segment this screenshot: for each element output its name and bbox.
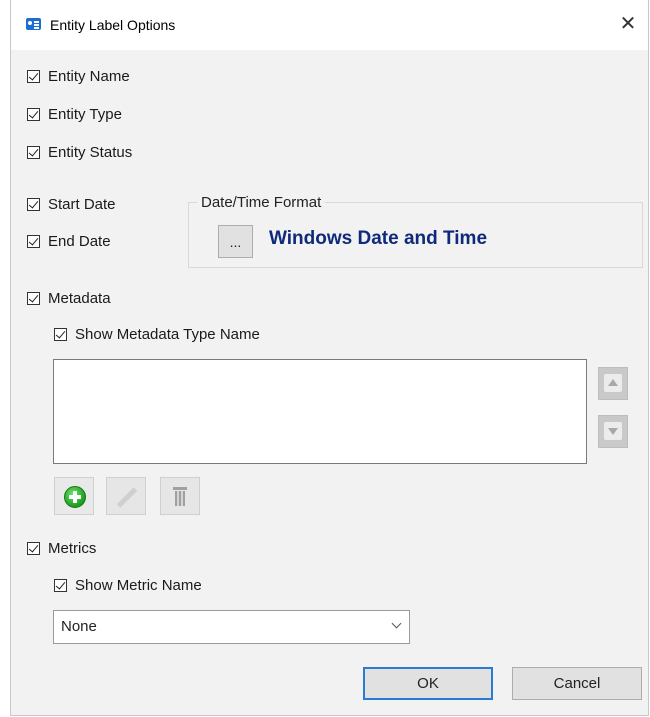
show-metric-name-checkbox[interactable] <box>54 578 67 592</box>
metric-select-value: None <box>61 618 97 635</box>
metadata-list[interactable] <box>53 359 587 464</box>
entity-type-option[interactable]: Entity Type <box>27 103 122 125</box>
start-date-checkbox[interactable] <box>27 197 40 211</box>
close-icon[interactable]: ✕ <box>616 12 640 36</box>
move-down-button[interactable] <box>598 415 628 448</box>
metric-select[interactable]: None <box>53 610 410 644</box>
arrow-down-icon <box>608 428 618 435</box>
date-format-value: Windows Date and Time <box>269 228 488 249</box>
arrow-up-icon <box>608 379 618 386</box>
date-time-format-label: Date/Time Format <box>197 194 326 211</box>
move-up-button-face <box>604 374 622 392</box>
edit-metadata-button[interactable] <box>106 477 146 515</box>
pencil-icon <box>116 487 138 508</box>
entity-status-label: Entity Status <box>48 143 133 161</box>
entity-label-options-dialog: Entity Label Options ✕ Entity Name Entit… <box>10 0 649 716</box>
entity-name-label: Entity Name <box>48 67 130 85</box>
move-down-button-face <box>604 422 622 440</box>
metadata-label: Metadata <box>48 289 111 307</box>
end-date-label: End Date <box>48 232 111 250</box>
start-date-label: Start Date <box>48 195 116 213</box>
end-date-option[interactable]: End Date <box>27 230 111 252</box>
entity-name-option[interactable]: Entity Name <box>27 65 130 87</box>
trash-lid <box>173 487 187 490</box>
date-format-browse-button[interactable]: ... <box>218 225 253 258</box>
title-bar: Entity Label Options ✕ <box>11 0 648 50</box>
metrics-option[interactable]: Metrics <box>27 537 96 559</box>
entity-status-checkbox[interactable] <box>27 145 40 159</box>
dialog-title: Entity Label Options <box>50 17 176 33</box>
id-card-icon <box>26 18 41 30</box>
move-up-button[interactable] <box>598 367 628 400</box>
show-metadata-type-name-option[interactable]: Show Metadata Type Name <box>54 323 260 345</box>
metadata-option[interactable]: Metadata <box>27 287 111 309</box>
show-metric-name-label: Show Metric Name <box>75 576 202 594</box>
entity-type-label: Entity Type <box>48 105 122 123</box>
metrics-checkbox[interactable] <box>27 541 40 555</box>
delete-metadata-button[interactable] <box>160 477 200 515</box>
add-metadata-button[interactable] <box>54 477 94 515</box>
entity-status-option[interactable]: Entity Status <box>27 141 132 163</box>
chevron-down-icon <box>391 618 402 629</box>
ok-button[interactable]: OK <box>363 667 493 700</box>
end-date-checkbox[interactable] <box>27 234 40 248</box>
show-metadata-type-name-checkbox[interactable] <box>54 327 67 341</box>
trash-icon <box>173 487 187 507</box>
metrics-label: Metrics <box>48 539 97 557</box>
entity-type-checkbox[interactable] <box>27 107 40 121</box>
metadata-checkbox[interactable] <box>27 291 40 305</box>
start-date-option[interactable]: Start Date <box>27 193 116 215</box>
cancel-button[interactable]: Cancel <box>512 667 642 700</box>
plus-circle-icon <box>64 486 86 508</box>
show-metadata-type-name-label: Show Metadata Type Name <box>75 325 260 343</box>
entity-name-checkbox[interactable] <box>27 69 40 83</box>
show-metric-name-option[interactable]: Show Metric Name <box>54 574 202 596</box>
trash-can <box>175 491 185 506</box>
